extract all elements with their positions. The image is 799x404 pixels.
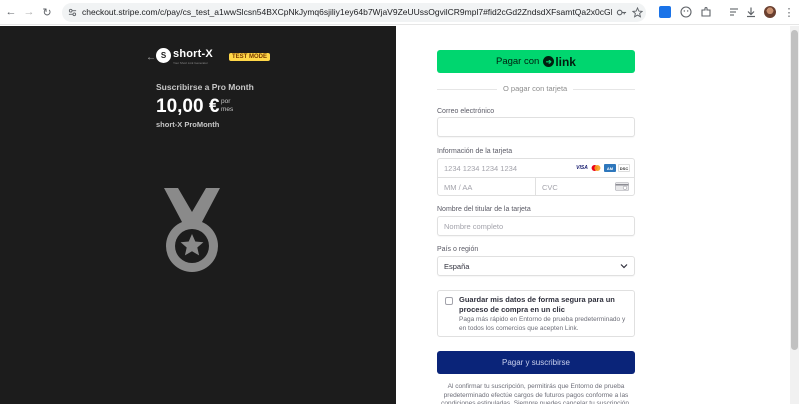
legal-text: Al confirmar tu suscripción, permitirás …: [441, 383, 631, 404]
save-info-description: Paga más rápido en Entorno de prueba pre…: [459, 316, 626, 332]
country-value: España: [444, 262, 470, 271]
card-number-field[interactable]: 1234 1234 1234 1234 VISA AM DSC: [438, 159, 634, 178]
save-info-checkbox[interactable]: [445, 297, 453, 305]
pay-with-link-button[interactable]: Pagar con ➔ link: [437, 50, 635, 73]
amex-icon: AM: [604, 164, 616, 172]
country-select[interactable]: España: [437, 256, 635, 276]
scrollbar-thumb[interactable]: [791, 30, 798, 350]
brand-tagline: Your Short Link Generator: [173, 61, 208, 65]
url-text[interactable]: checkout.stripe.com/c/pay/cs_test_a1wwSl…: [82, 7, 612, 17]
emoji-extension-icon[interactable]: [680, 6, 692, 18]
email-label: Correo electrónico: [437, 108, 495, 115]
back-arrow-icon[interactable]: ←: [146, 52, 156, 63]
cardholder-placeholder: Nombre completo: [444, 222, 504, 231]
reload-icon[interactable]: ↻: [40, 5, 54, 19]
product-name: short-X ProMonth: [156, 120, 220, 129]
test-mode-badge: TEST MODE: [229, 53, 271, 61]
expiry-placeholder: MM / AA: [444, 183, 473, 192]
cvc-card-icon: [615, 182, 629, 191]
card-number-placeholder: 1234 1234 1234 1234: [444, 164, 517, 173]
brand-logo: S short-X Your Short Link Generator: [156, 48, 226, 66]
extension-icon[interactable]: [659, 6, 671, 18]
extensions-puzzle-icon[interactable]: [700, 6, 712, 18]
forward-icon[interactable]: →: [22, 5, 36, 19]
pay-and-subscribe-button[interactable]: Pagar y suscribirse: [437, 351, 635, 374]
scrollbar[interactable]: [790, 26, 799, 404]
discover-icon: DSC: [618, 164, 630, 172]
price: 10,00 €: [156, 96, 220, 117]
more-menu-icon[interactable]: ⋮: [782, 5, 796, 19]
link-logo: ➔ link: [543, 55, 576, 69]
mastercard-icon: [590, 164, 602, 172]
card-cvc-field[interactable]: CVC: [536, 178, 634, 196]
chevron-down-icon: [620, 264, 628, 269]
profile-avatar[interactable]: [764, 6, 776, 18]
pay-with-link-label: Pagar con: [496, 56, 540, 67]
country-label: País o región: [437, 246, 479, 253]
cardholder-label: Nombre del titular de la tarjeta: [437, 206, 531, 213]
address-bar[interactable]: checkout.stripe.com/c/pay/cs_test_a1wwSl…: [62, 3, 646, 22]
billing-period: por mes: [221, 98, 233, 114]
bookmark-star-icon[interactable]: [632, 7, 643, 18]
billing-period-line2: mes: [221, 106, 234, 113]
medal-icon: [164, 188, 220, 272]
subscription-title: Suscribirse a Pro Month: [156, 82, 254, 92]
card-info-group: 1234 1234 1234 1234 VISA AM DSC MM / AA …: [437, 158, 635, 196]
brand-name: short-X: [173, 48, 213, 60]
browser-toolbar: ← → ↻ checkout.stripe.com/c/pay/cs_test_…: [0, 0, 799, 25]
product-summary-pane: ← S short-X Your Short Link Generator TE…: [0, 26, 396, 404]
checkout-form: Pagar con ➔ link O pagar con tarjeta Cor…: [396, 26, 799, 404]
card-info-label: Información de la tarjeta: [437, 148, 513, 155]
back-icon[interactable]: ←: [4, 5, 18, 19]
divider-text: O pagar con tarjeta: [497, 84, 574, 93]
link-brand-text: link: [555, 54, 576, 69]
cardholder-name-field[interactable]: Nombre completo: [437, 216, 635, 236]
save-info-option: Guardar mis datos de forma segura para u…: [437, 290, 635, 337]
download-icon[interactable]: [745, 6, 757, 18]
password-key-icon[interactable]: [616, 7, 627, 18]
media-control-icon[interactable]: [728, 6, 740, 18]
link-arrow-icon: ➔: [543, 56, 555, 67]
billing-period-line1: por: [221, 98, 231, 105]
visa-icon: VISA: [576, 164, 588, 172]
email-field[interactable]: [437, 117, 635, 137]
save-info-title: Guardar mis datos de forma segura para u…: [459, 295, 615, 314]
site-info-icon[interactable]: [68, 8, 77, 17]
brand-logo-mark: S: [156, 48, 171, 63]
card-expiry-field[interactable]: MM / AA: [438, 178, 536, 196]
cvc-placeholder: CVC: [542, 183, 558, 192]
card-brands: VISA AM DSC: [576, 164, 630, 172]
